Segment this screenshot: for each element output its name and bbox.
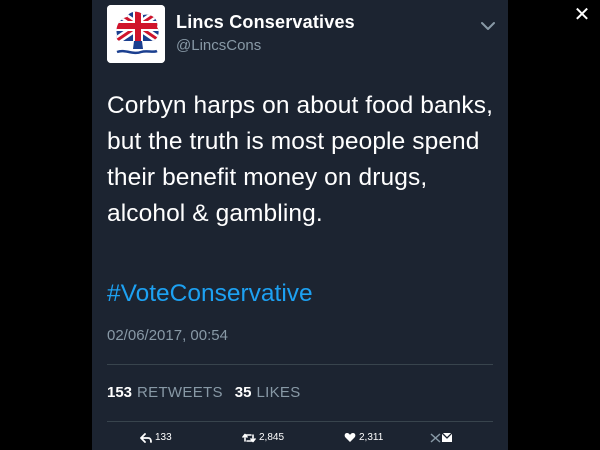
like-count: 2,311 — [359, 432, 384, 443]
mail-icon — [430, 432, 452, 443]
retweets-label: RETWEETS — [137, 384, 223, 401]
reply-count: 133 — [155, 432, 172, 443]
divider — [107, 364, 493, 365]
tweet-card: Lincs Conservatives @LincsCons Corbyn ha… — [92, 0, 508, 450]
union-jack-tree-logo — [107, 5, 165, 63]
likes-stat[interactable]: 35 LIKES — [235, 384, 313, 401]
likes-count: 35 — [234, 384, 252, 401]
reply-button[interactable]: 133 — [140, 432, 172, 443]
hashtag-link[interactable]: #VoteConservative — [107, 276, 313, 312]
tweet-text: Corbyn harps on about food banks, but th… — [107, 92, 494, 227]
close-icon[interactable]: ✕ — [572, 4, 592, 24]
direct-message-button[interactable] — [430, 432, 455, 444]
engagement-stats: 153 RETWEETS 35 LIKES — [107, 384, 313, 401]
user-handle[interactable]: @LincsCons — [176, 37, 261, 54]
retweet-button[interactable]: 2,845 — [242, 432, 284, 443]
avatar[interactable] — [107, 5, 165, 63]
like-button[interactable]: 2,311 — [344, 432, 383, 443]
chevron-down-icon[interactable] — [481, 18, 495, 30]
display-name[interactable]: Lincs Conservatives — [176, 12, 355, 33]
retweet-icon — [242, 433, 256, 442]
retweet-count: 2,845 — [259, 432, 285, 443]
reply-icon — [140, 432, 152, 443]
likes-label: LIKES — [256, 384, 301, 401]
retweets-count: 153 — [107, 384, 133, 401]
divider — [107, 421, 493, 422]
retweets-stat[interactable]: 153 RETWEETS — [107, 384, 235, 401]
heart-icon — [344, 433, 356, 442]
action-bar: 133 2,845 2,311 — [92, 432, 508, 450]
tweet-timestamp: 02/06/2017, 00:54 — [107, 327, 228, 344]
